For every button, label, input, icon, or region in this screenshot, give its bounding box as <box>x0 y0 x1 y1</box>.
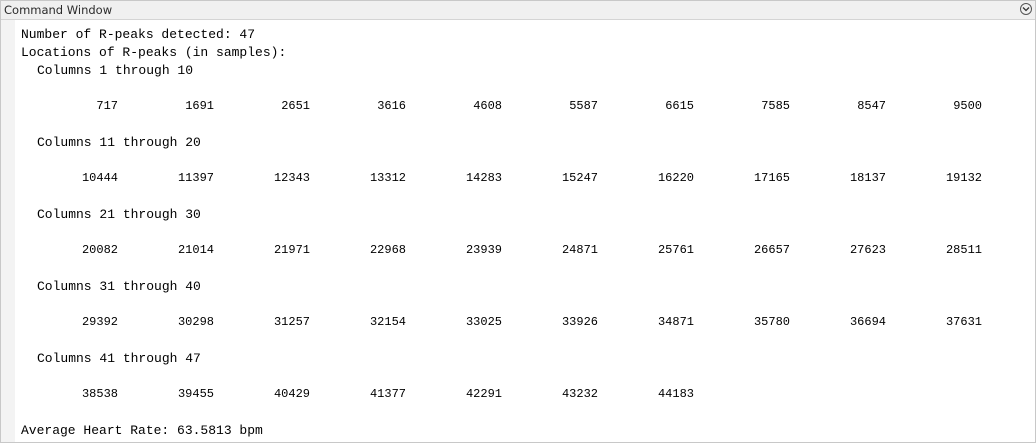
peak-location-value: 41377 <box>369 387 406 401</box>
peak-location-value: 22968 <box>369 243 406 257</box>
peak-location-value: 36694 <box>849 315 886 329</box>
peak-location-value: 26657 <box>753 243 790 257</box>
peak-location-value: 33926 <box>561 315 598 329</box>
peak-location-value: 18137 <box>849 171 886 185</box>
scroll-marker-icon: ‹ <box>3 439 6 442</box>
peak-location-value: 44183 <box>657 387 694 401</box>
columns-header: Columns 21 through 30 <box>37 207 201 222</box>
heart-rate-line: Average Heart Rate: 63.5813 bpm <box>21 423 263 438</box>
peak-location-value: 2651 <box>281 99 310 113</box>
peak-location-value: 6615 <box>665 99 694 113</box>
peak-location-value: 39455 <box>177 387 214 401</box>
peak-location-value: 717 <box>96 99 118 113</box>
columns-header: Columns 11 through 20 <box>37 135 201 150</box>
title-bar: Command Window <box>1 1 1035 20</box>
peak-location-value: 43232 <box>561 387 598 401</box>
peak-location-value: 17165 <box>753 171 790 185</box>
peak-location-value: 29392 <box>81 315 118 329</box>
command-window: Command Window Number of R-peaks detecte… <box>0 0 1036 443</box>
peak-locations-line: Locations of R-peaks (in samples): <box>21 45 287 60</box>
chevron-down-circle-icon[interactable] <box>1020 3 1032 15</box>
peak-location-value: 8547 <box>857 99 886 113</box>
peak-location-value: 9500 <box>953 99 982 113</box>
peak-location-value: 12343 <box>273 171 310 185</box>
command-output[interactable]: Number of R-peaks detected: 47 Locations… <box>15 20 1035 442</box>
peak-location-value: 21014 <box>177 243 214 257</box>
peak-location-value: 28511 <box>945 243 982 257</box>
peak-location-value: 23939 <box>465 243 502 257</box>
window-title: Command Window <box>4 3 113 17</box>
peak-location-value: 20082 <box>81 243 118 257</box>
peak-location-value: 30298 <box>177 315 214 329</box>
peak-location-value: 27623 <box>849 243 886 257</box>
peak-location-value: 42291 <box>465 387 502 401</box>
gutter <box>1 20 15 442</box>
peak-location-value: 35780 <box>753 315 790 329</box>
peak-location-value: 15247 <box>561 171 598 185</box>
peak-location-value: 19132 <box>945 171 982 185</box>
columns-header: Columns 31 through 40 <box>37 279 201 294</box>
peak-location-value: 1691 <box>185 99 214 113</box>
peak-location-value: 32154 <box>369 315 406 329</box>
peak-location-value: 14283 <box>465 171 502 185</box>
peak-location-value: 3616 <box>377 99 406 113</box>
peak-location-value: 38538 <box>81 387 118 401</box>
columns-header: Columns 1 through 10 <box>37 63 194 78</box>
peak-location-value: 7585 <box>761 99 790 113</box>
peak-location-value: 13312 <box>369 171 406 185</box>
peak-location-value: 4608 <box>473 99 502 113</box>
peak-location-value: 33025 <box>465 315 502 329</box>
peak-location-value: 24871 <box>561 243 598 257</box>
peak-location-value: 34871 <box>657 315 694 329</box>
peak-location-value: 31257 <box>273 315 310 329</box>
peak-location-value: 25761 <box>657 243 694 257</box>
peak-location-value: 40429 <box>273 387 310 401</box>
peak-location-value: 10444 <box>81 171 118 185</box>
peak-location-value: 37631 <box>945 315 982 329</box>
peak-location-value: 16220 <box>657 171 694 185</box>
peak-count-line: Number of R-peaks detected: 47 <box>21 27 256 42</box>
peak-location-value: 5587 <box>569 99 598 113</box>
columns-header: Columns 41 through 47 <box>37 351 201 366</box>
peak-location-value: 11397 <box>177 171 214 185</box>
peak-location-value: 21971 <box>273 243 310 257</box>
